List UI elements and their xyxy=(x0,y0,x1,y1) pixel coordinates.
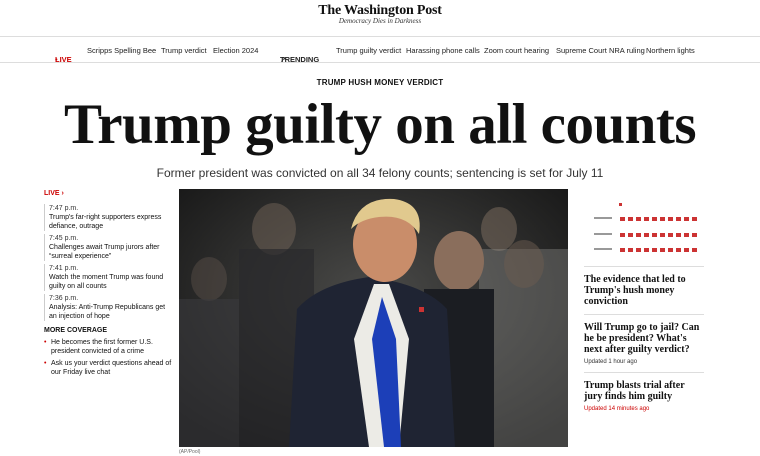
trending-link-guilty-verdict[interactable]: Trump guilty verdict xyxy=(336,46,401,55)
article-kicker[interactable]: TRUMP HUSH MONEY VERDICT xyxy=(0,78,760,87)
trending-link-northern-lights[interactable]: Northern lights xyxy=(646,46,695,55)
article-headline[interactable]: Trump guilty on all counts xyxy=(0,90,760,160)
live-item-text: Analysis: Anti-Trump Republicans get an … xyxy=(49,304,166,320)
jury-graphic[interactable] xyxy=(584,189,704,259)
more-coverage-link[interactable]: He becomes the first former U.S. preside… xyxy=(44,338,172,356)
trending-link-nra-ruling[interactable]: Supreme Court NRA ruling xyxy=(556,46,645,55)
live-item-text: Trump's far-right supporters express def… xyxy=(49,214,162,230)
divider xyxy=(584,266,704,267)
divider xyxy=(0,62,760,63)
live-item-time: 7:45 p.m. xyxy=(49,235,79,242)
more-coverage-label: MORE COVERAGE xyxy=(44,327,108,334)
tagline: Democracy Dies in Darkness xyxy=(338,17,422,25)
story-headline[interactable]: Trump blasts trial after jury finds him … xyxy=(584,380,704,402)
article-dek: Former president was convicted on all 34… xyxy=(156,166,604,180)
live-item[interactable]: 7:41 p.m. Watch the moment Trump was fou… xyxy=(44,264,172,291)
photo-credit: (AP/Pool) xyxy=(179,449,201,455)
live-item-text: Watch the moment Trump was found guilty … xyxy=(49,274,164,290)
nav-link-trump-verdict[interactable]: Trump verdict xyxy=(161,46,207,55)
live-item-time: 7:41 p.m. xyxy=(49,265,79,272)
live-item-time: 7:36 p.m. xyxy=(49,295,79,302)
live-item-time: 7:47 p.m. xyxy=(49,205,79,212)
live-rail-label[interactable]: LIVE › xyxy=(44,189,172,198)
more-coverage-link[interactable]: Ask us your verdict questions ahead of o… xyxy=(44,359,172,377)
divider xyxy=(584,314,704,315)
right-rail: The evidence that led to Trump's hush mo… xyxy=(584,189,704,412)
trending-link-phone-calls[interactable]: Harassing phone calls xyxy=(406,46,480,55)
trending-link-zoom-hearing[interactable]: Zoom court hearing xyxy=(484,46,549,55)
nav-bar: • LIVE Scripps Spelling Bee Trump verdic… xyxy=(55,46,695,64)
live-item[interactable]: 7:45 p.m. Challenges await Trump jurors … xyxy=(44,234,172,261)
nav-link-spelling-bee[interactable]: Scripps Spelling Bee xyxy=(87,46,156,55)
chevron-right-icon: › xyxy=(61,190,64,197)
live-rail: LIVE › 7:47 p.m. Trump's far-right suppo… xyxy=(44,189,172,377)
jury-graphic-image xyxy=(594,203,697,252)
lead-photo-image xyxy=(179,189,568,447)
story-headline[interactable]: The evidence that led to Trump's hush mo… xyxy=(584,274,704,307)
live-item[interactable]: 7:36 p.m. Analysis: Anti-Trump Republica… xyxy=(44,294,172,321)
lead-photo[interactable] xyxy=(179,189,568,447)
story-updated: Updated 1 hour ago xyxy=(584,359,638,365)
divider xyxy=(584,372,704,373)
live-item[interactable]: 7:47 p.m. Trump's far-right supporters e… xyxy=(44,204,172,231)
story-headline[interactable]: Will Trump go to jail? Can he be preside… xyxy=(584,322,704,355)
masthead: The Washington Post Democracy Dies in Da… xyxy=(0,0,760,34)
story-updated: Updated 14 minutes ago xyxy=(584,406,650,412)
nav-link-election-2024[interactable]: Election 2024 xyxy=(213,46,258,55)
live-item-text: Challenges await Trump jurors after “sur… xyxy=(49,244,160,260)
